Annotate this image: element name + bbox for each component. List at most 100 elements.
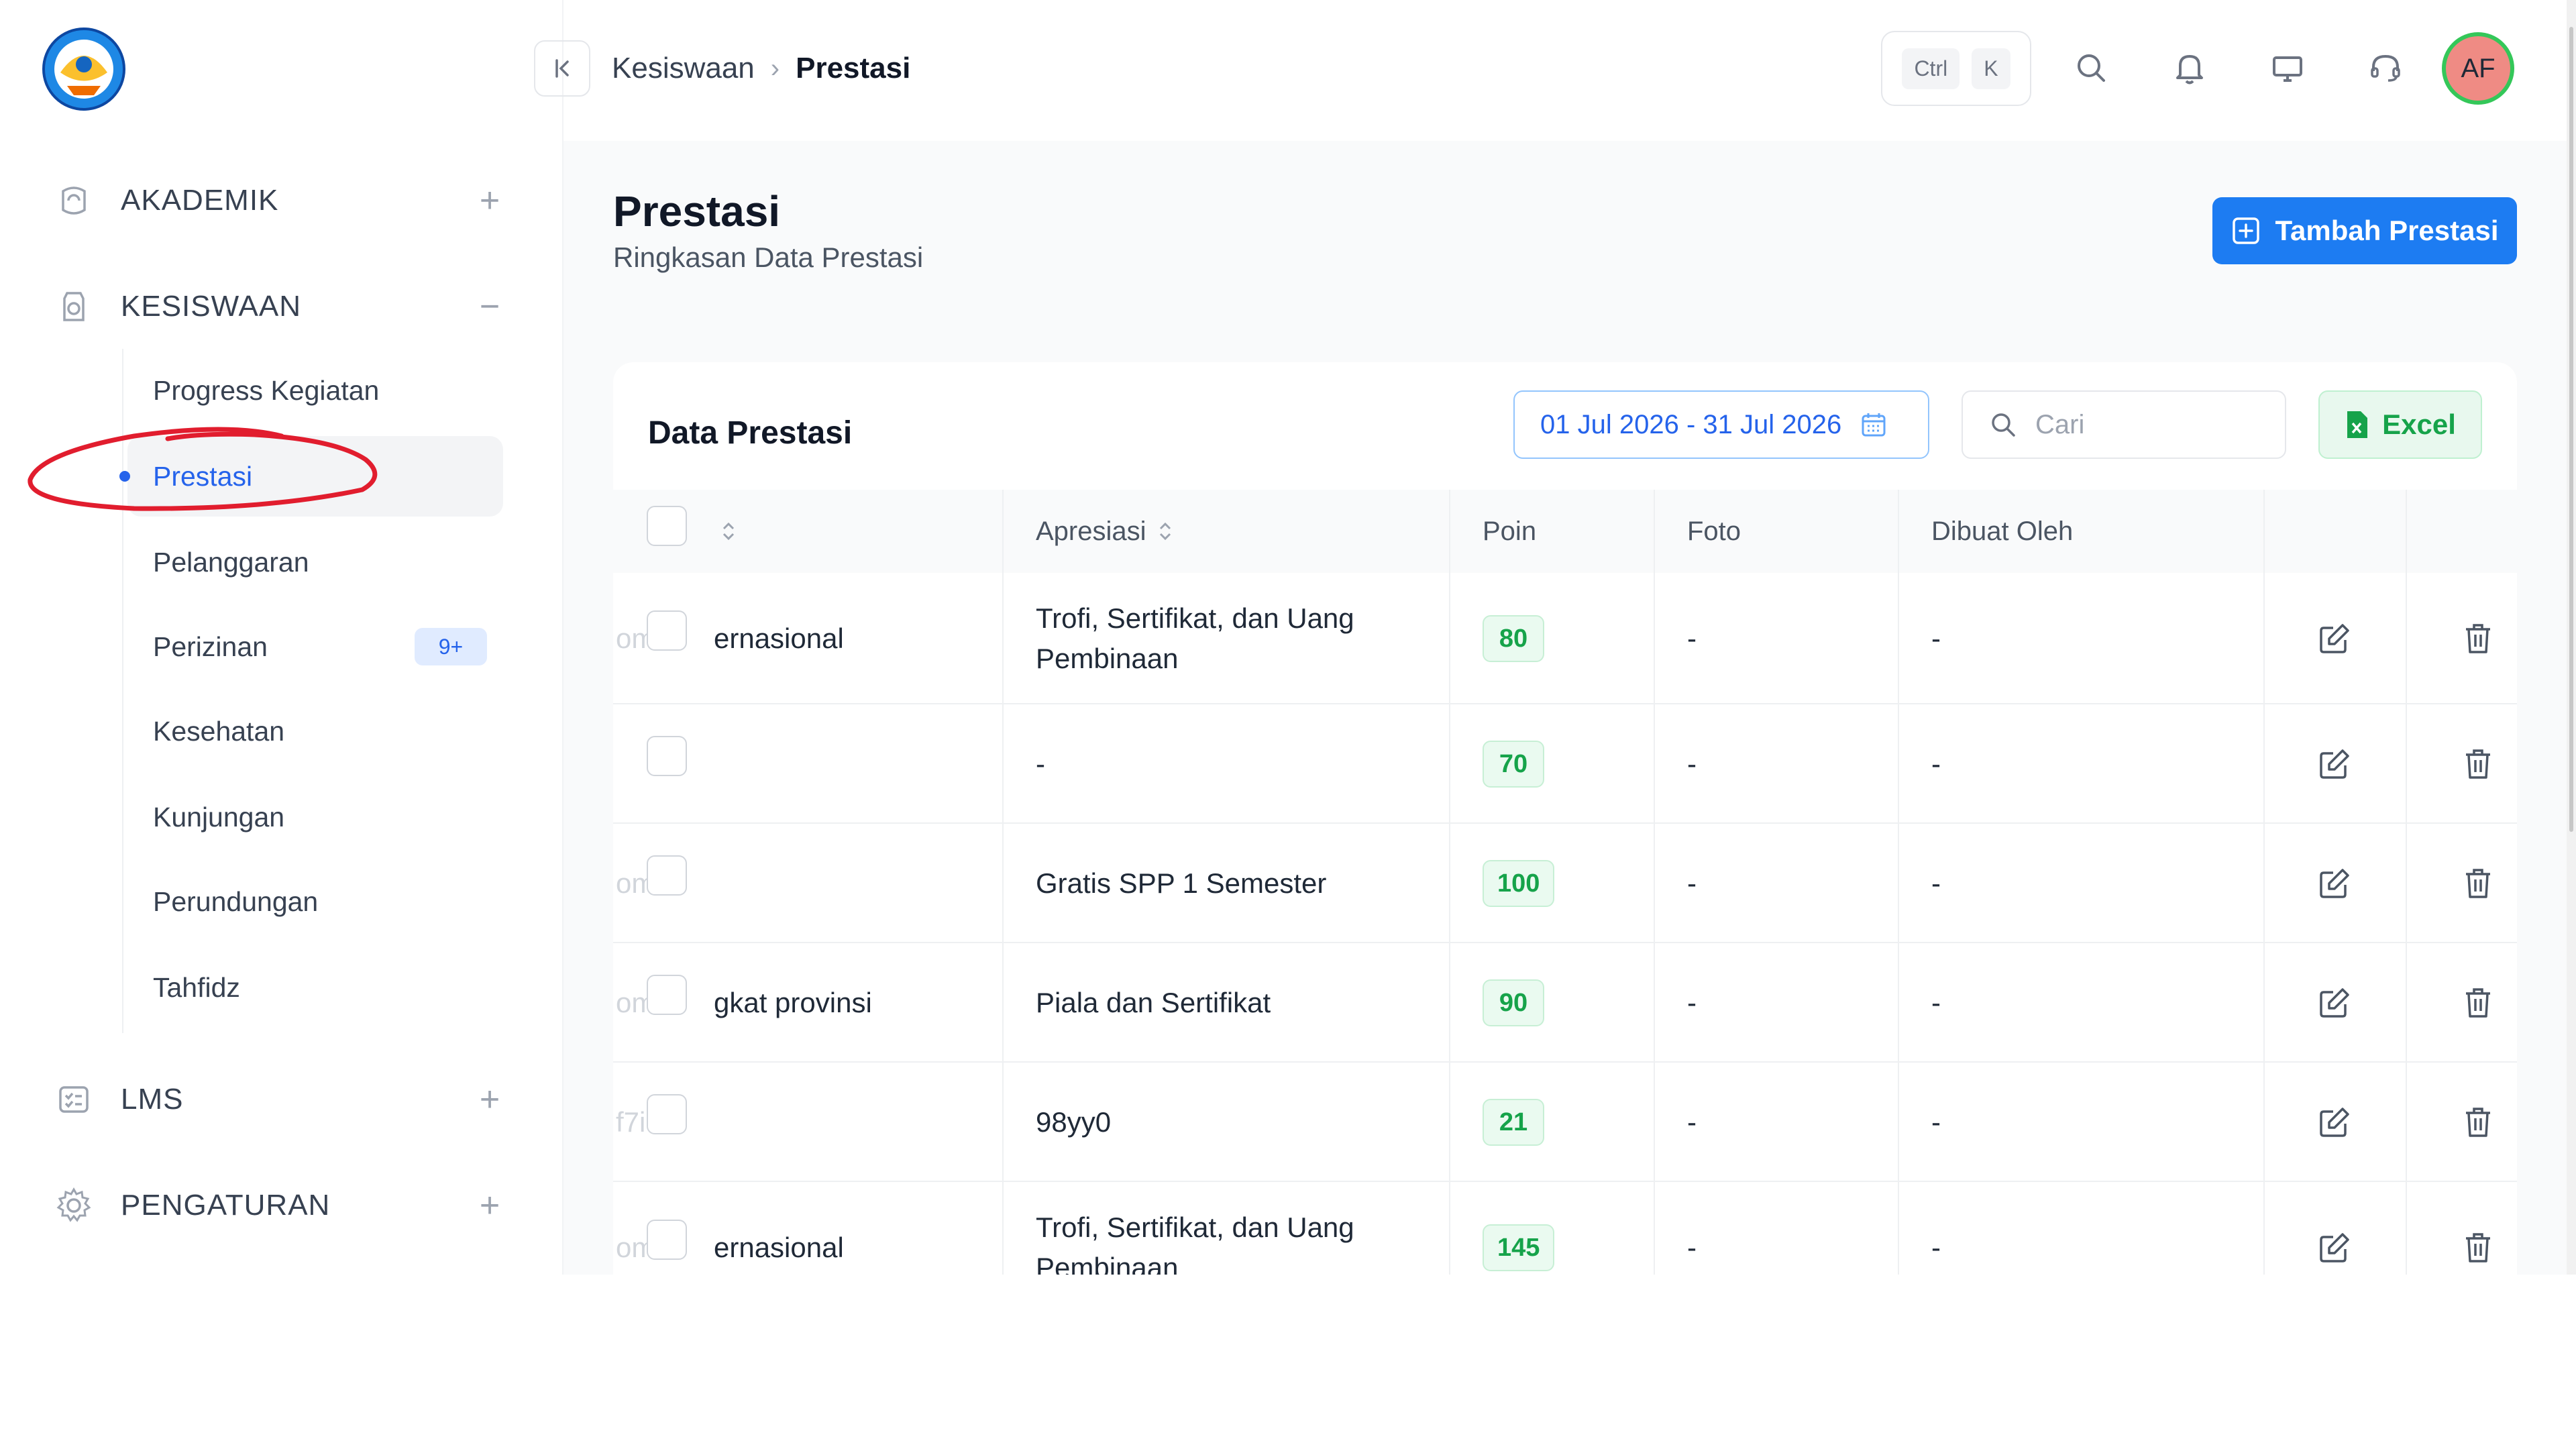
date-range-value: 01 Jul 2026 - 31 Jul 2026: [1540, 409, 1842, 439]
excel-export-button[interactable]: Excel: [2318, 390, 2482, 459]
edit-icon[interactable]: [2316, 984, 2353, 1022]
headset-icon[interactable]: [2364, 47, 2407, 90]
trash-icon[interactable]: [2459, 1229, 2497, 1267]
plus-square-icon: [2233, 217, 2260, 244]
sidebar-item-kesehatan[interactable]: Kesehatan: [127, 691, 503, 771]
sidebar-item-perundungan[interactable]: Perundungan: [127, 861, 503, 942]
sidebar-item-label: Perizinan: [153, 631, 268, 662]
breadcrumb-current: Prestasi: [796, 52, 911, 85]
row-checkbox[interactable]: [647, 610, 687, 651]
sidebar-item-prestasi[interactable]: Prestasi: [119, 436, 503, 517]
excel-label: Excel: [2382, 409, 2456, 440]
cell-foto: -: [1687, 987, 1697, 1018]
top-header: Kesiswaan › Prestasi Ctrl K AF: [534, 0, 2576, 141]
table-row[interactable]: om ln ernasional Trofi, Sertifikat, dan …: [613, 1182, 2517, 1275]
excel-file-icon: [2347, 411, 2368, 438]
nav-group-label: AKADEMIK: [121, 184, 279, 217]
search-field[interactable]: [1962, 390, 2286, 459]
sidebar-item-label: Perundungan: [153, 885, 319, 917]
trash-icon[interactable]: [2459, 865, 2497, 902]
cell-apresiasi: Trofi, Sertifikat, dan Uang Pembinaan: [1036, 1212, 1354, 1275]
row-checkbox[interactable]: [647, 975, 687, 1015]
page-scrollbar-thumb[interactable]: [2569, 27, 2573, 832]
sidebar-item-label: Progress Kegiatan: [153, 374, 380, 406]
cell-foto: -: [1687, 748, 1697, 780]
sidebar: AKADEMIK + KESISWAAN − Progress Kegiatan…: [0, 0, 564, 1275]
nav-group-lms[interactable]: LMS +: [54, 1063, 510, 1136]
breadcrumb-link-kesiswaan[interactable]: Kesiswaan: [612, 52, 755, 85]
table-row[interactable]: - 70 - -: [613, 704, 2517, 824]
sidebar-item-perizinan[interactable]: Perizinan 9+: [127, 606, 503, 687]
collapse-icon[interactable]: −: [470, 286, 510, 327]
sort-icon: [1159, 522, 1171, 541]
table-header: Apresiasi Poin Foto Dibuat Oleh: [613, 490, 2517, 573]
monitor-icon[interactable]: [2266, 47, 2309, 90]
edit-icon[interactable]: [2316, 865, 2353, 902]
column-header-poin: Poin: [1483, 516, 1537, 546]
edit-icon[interactable]: [2316, 620, 2353, 657]
row-checkbox[interactable]: [647, 855, 687, 896]
search-icon[interactable]: [2070, 47, 2113, 90]
cell-foto: -: [1687, 1232, 1697, 1263]
kbd-k: K: [1972, 48, 2010, 89]
cell-apresiasi: -: [1036, 748, 1045, 780]
sidebar-item-progress-kegiatan[interactable]: Progress Kegiatan: [127, 350, 503, 431]
search-input[interactable]: [2035, 409, 2263, 440]
poin-badge: 70: [1483, 741, 1544, 788]
sidebar-item-tahfidz[interactable]: Tahfidz: [127, 947, 503, 1028]
row-checkbox[interactable]: [647, 1094, 687, 1134]
cell-lomba: [714, 1063, 996, 1182]
expand-icon[interactable]: +: [470, 180, 510, 221]
table-row[interactable]: om Gratis SPP 1 Semester 100 - -: [613, 824, 2517, 943]
trash-icon[interactable]: [2459, 1104, 2497, 1141]
table-row[interactable]: om ti gkat provinsi Piala dan Sertifikat…: [613, 943, 2517, 1063]
edit-icon[interactable]: [2316, 1104, 2353, 1141]
collapse-sidebar-button[interactable]: [534, 40, 590, 97]
table-row[interactable]: om ln ernasional Trofi, Sertifikat, dan …: [613, 573, 2517, 704]
add-prestasi-button[interactable]: Tambah Prestasi: [2212, 197, 2517, 264]
row-checkbox[interactable]: [647, 736, 687, 776]
row-checkbox[interactable]: [647, 1220, 687, 1260]
app-window: AKADEMIK + KESISWAAN − Progress Kegiatan…: [0, 0, 2576, 1275]
active-dot-icon: [119, 471, 130, 482]
bell-icon[interactable]: [2168, 47, 2211, 90]
cell-dibuat-oleh: -: [1931, 987, 1941, 1018]
trash-icon[interactable]: [2459, 620, 2497, 657]
cell-lomba: [714, 824, 996, 943]
cell-dibuat-oleh: -: [1931, 748, 1941, 780]
date-range-picker[interactable]: 01 Jul 2026 - 31 Jul 2026: [1513, 390, 1929, 459]
trash-icon[interactable]: [2459, 984, 2497, 1022]
cell-lomba: gkat provinsi: [714, 987, 872, 1018]
expand-icon[interactable]: +: [470, 1185, 510, 1226]
select-all-checkbox[interactable]: [647, 506, 687, 546]
calendar-icon: [1862, 413, 1886, 437]
search-icon: [1992, 413, 2015, 437]
sidebar-item-pelanggaran[interactable]: Pelanggaran: [127, 522, 503, 602]
kbd-ctrl: Ctrl: [1902, 48, 1960, 89]
expand-icon[interactable]: +: [470, 1079, 510, 1120]
breadcrumb: Kesiswaan › Prestasi: [612, 48, 910, 89]
sort-icon[interactable]: [719, 519, 738, 543]
trash-icon[interactable]: [2459, 745, 2497, 783]
cell-apresiasi: Piala dan Sertifikat: [1036, 987, 1271, 1018]
edit-icon[interactable]: [2316, 745, 2353, 783]
table-row[interactable]: f7i 98yy0 21 - -: [613, 1063, 2517, 1182]
sidebar-item-kunjungan[interactable]: Kunjungan: [127, 777, 503, 857]
cell-dibuat-oleh: -: [1931, 1106, 1941, 1138]
column-header-apresiasi[interactable]: Apresiasi: [1036, 490, 1175, 573]
cell-lomba: [714, 704, 996, 824]
collapse-sidebar-icon: [555, 59, 569, 78]
cell-dibuat-oleh: -: [1931, 867, 1941, 899]
nav-group-label: KESISWAAN: [121, 290, 301, 323]
submenu-guide-line: [122, 349, 123, 1033]
avatar[interactable]: AF: [2442, 32, 2514, 105]
page-title: Prestasi: [613, 187, 781, 235]
notification-badge: 9+: [415, 628, 487, 665]
nav-group-kesiswaan[interactable]: KESISWAAN −: [54, 270, 510, 343]
nav-group-akademik[interactable]: AKADEMIK +: [54, 164, 510, 237]
edit-icon[interactable]: [2316, 1229, 2353, 1267]
nav-group-pengaturan[interactable]: PENGATURAN +: [54, 1169, 510, 1242]
lms-icon: [59, 1086, 89, 1113]
academic-icon: [62, 186, 86, 215]
command-palette-shortcut[interactable]: Ctrl K: [1881, 31, 2031, 106]
